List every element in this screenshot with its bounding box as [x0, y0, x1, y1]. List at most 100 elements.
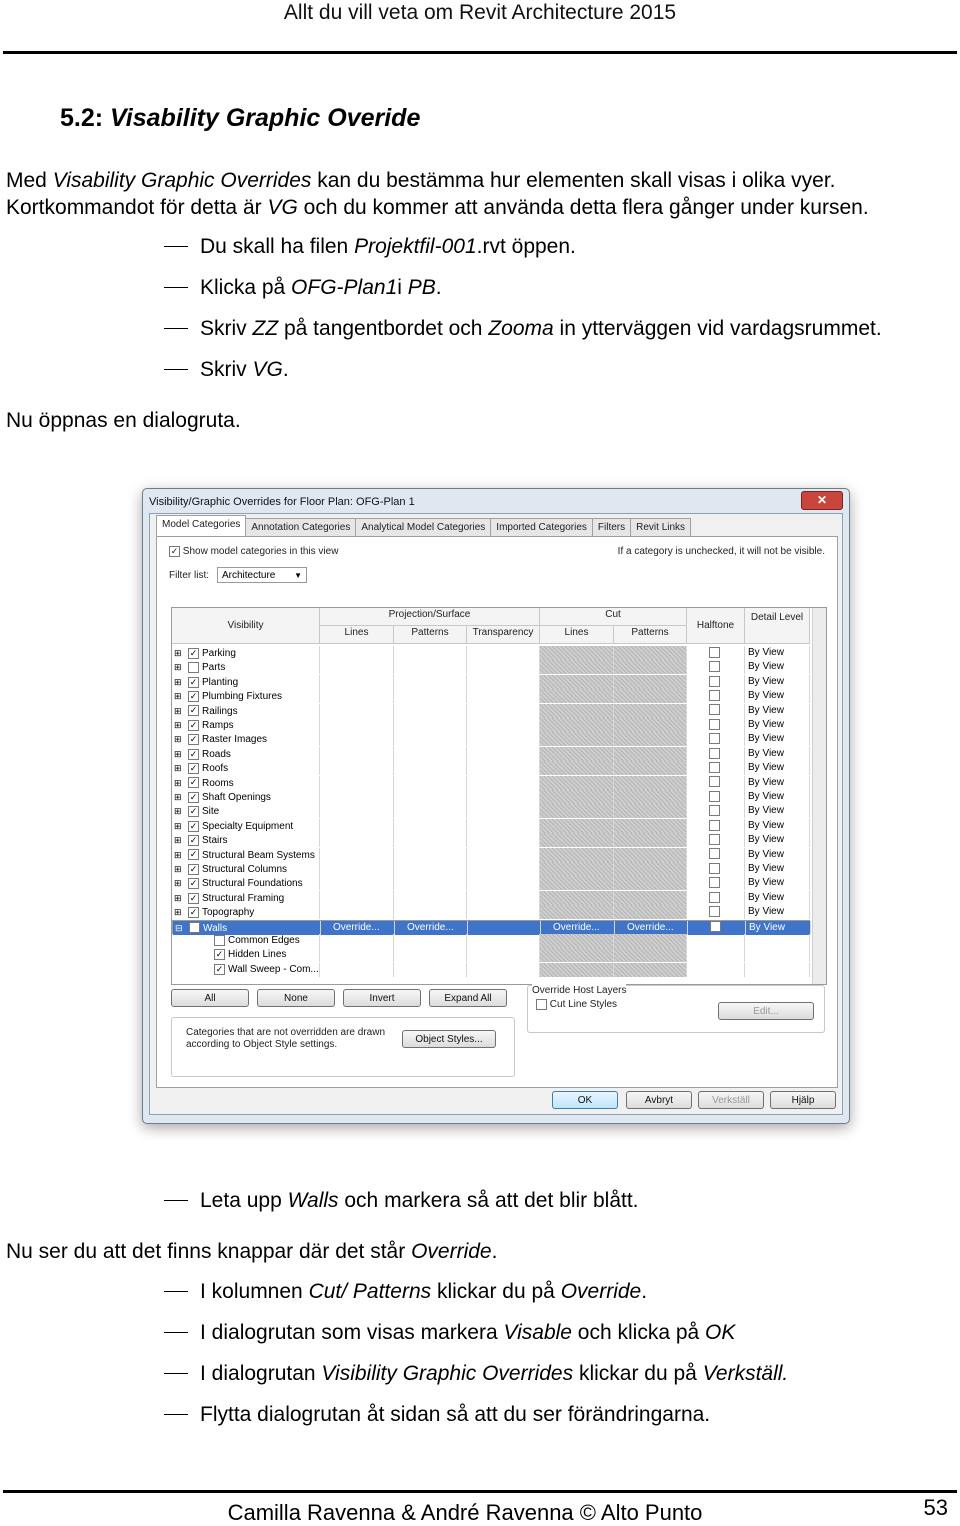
grid-cell[interactable] — [614, 934, 687, 948]
category-cell[interactable]: ⊞ ✓ Shaft Openings — [172, 790, 320, 804]
grid-cell[interactable] — [614, 689, 687, 704]
grid-cell[interactable] — [467, 962, 540, 977]
grid-cell[interactable] — [540, 905, 614, 920]
halftone-checkbox[interactable] — [709, 862, 720, 874]
help-button[interactable]: Hjälp — [770, 1091, 836, 1109]
grid-cell[interactable] — [540, 703, 614, 718]
grid-cell[interactable] — [320, 746, 394, 761]
grid-cell[interactable] — [540, 761, 614, 776]
visibility-checkbox[interactable]: ✓ — [188, 676, 199, 688]
table-row[interactable]: ✓ Hidden Lines — [172, 948, 810, 963]
grid-cell[interactable] — [540, 818, 614, 833]
grid-cell[interactable] — [394, 876, 467, 891]
visibility-checkbox[interactable]: ✓ — [188, 791, 199, 803]
grid-cell[interactable] — [540, 847, 614, 862]
table-row[interactable]: ⊞ ✓ Parking By View — [172, 646, 810, 660]
expand-icon[interactable]: ⊞ — [174, 819, 186, 833]
grid-cell[interactable] — [687, 862, 745, 876]
table-row[interactable]: ⊟ ✓ Walls Override... Override... Override...… — [172, 919, 811, 935]
category-cell[interactable]: ⊞ ✓ Structural Beam Systems — [172, 847, 320, 862]
grid-cell[interactable]: By View — [745, 847, 810, 862]
tab-revit-links[interactable]: Revit Links — [630, 518, 692, 536]
expand-icon[interactable]: ⊞ — [174, 660, 186, 674]
visibility-checkbox[interactable]: ✓ — [188, 777, 199, 789]
invert-button[interactable]: Invert — [343, 989, 421, 1007]
grid-cell[interactable] — [467, 761, 540, 776]
visibility-checkbox[interactable]: ✓ — [214, 963, 225, 975]
grid-cell[interactable] — [614, 962, 687, 977]
grid-cell[interactable] — [467, 948, 540, 963]
visibility-checkbox[interactable] — [188, 662, 199, 674]
grid-cell[interactable] — [687, 833, 745, 848]
category-cell[interactable]: ✓ Wall Sweep - Com... — [172, 962, 320, 977]
category-cell[interactable]: ⊞ Parts — [172, 660, 320, 675]
expand-icon[interactable]: ⊞ — [174, 891, 186, 905]
grid-cell[interactable] — [394, 746, 467, 761]
halftone-checkbox[interactable] — [709, 776, 720, 788]
override-button[interactable]: Override... — [615, 922, 674, 933]
halftone-checkbox[interactable] — [709, 805, 720, 817]
close-icon[interactable]: ✕ — [801, 491, 843, 510]
visibility-checkbox[interactable]: ✓ — [188, 849, 199, 861]
grid-cell[interactable]: By View — [745, 804, 810, 819]
grid-cell[interactable]: By View — [745, 660, 810, 675]
expand-all-button[interactable]: Expand All — [429, 989, 507, 1007]
grid-cell[interactable] — [394, 934, 467, 948]
grid-cell[interactable]: By View — [745, 833, 810, 848]
grid-cell[interactable] — [614, 746, 687, 761]
grid-cell[interactable] — [320, 646, 394, 660]
expand-icon[interactable]: ⊞ — [174, 718, 186, 732]
expand-icon[interactable]: ⊞ — [174, 761, 186, 775]
grid-cell[interactable] — [745, 948, 810, 963]
expand-icon[interactable]: ⊞ — [174, 689, 186, 703]
visibility-checkbox[interactable]: ✓ — [188, 863, 199, 875]
grid-cell[interactable] — [687, 703, 745, 718]
grid-cell[interactable] — [614, 948, 687, 963]
table-row[interactable]: ⊞ ✓ Raster Images By View — [172, 732, 810, 747]
grid-cell[interactable] — [688, 920, 746, 935]
category-cell[interactable]: ⊞ ✓ Roofs — [172, 761, 320, 776]
expand-icon[interactable]: ⊞ — [174, 675, 186, 689]
grid-cell[interactable] — [467, 674, 540, 689]
halftone-checkbox[interactable] — [709, 747, 720, 759]
grid-cell[interactable] — [320, 775, 394, 790]
visibility-checkbox[interactable]: ✓ — [188, 763, 199, 775]
grid-cell[interactable] — [467, 905, 540, 920]
grid-cell[interactable] — [687, 804, 745, 819]
grid-cell[interactable]: By View — [745, 818, 810, 833]
grid-cell[interactable] — [540, 948, 614, 963]
grid-cell[interactable] — [614, 833, 687, 848]
grid-cell[interactable] — [394, 732, 467, 747]
category-cell[interactable]: ⊞ ✓ Stairs — [172, 833, 320, 848]
grid-cell[interactable] — [540, 934, 614, 948]
table-row[interactable]: ⊞ ✓ Structural Foundations By View — [172, 876, 810, 891]
grid-cell[interactable] — [540, 962, 614, 977]
override-button[interactable]: Override... — [395, 922, 454, 933]
grid-cell[interactable] — [687, 905, 745, 920]
grid-cell[interactable] — [687, 674, 745, 689]
grid-cell[interactable]: By View — [745, 862, 810, 876]
table-row[interactable]: ⊞ Parts By View — [172, 660, 810, 675]
show-model-checkbox[interactable]: ✓ — [169, 545, 180, 557]
category-cell[interactable]: ⊞ ✓ Parking — [172, 646, 320, 660]
expand-icon[interactable]: ⊞ — [174, 646, 186, 660]
grid-cell[interactable] — [540, 718, 614, 732]
table-row[interactable]: ⊞ ✓ Rooms By View — [172, 775, 810, 790]
grid-cell[interactable] — [467, 703, 540, 718]
grid-cell[interactable] — [745, 934, 810, 948]
grid-cell[interactable] — [687, 660, 745, 675]
expand-icon[interactable]: ⊞ — [174, 732, 186, 746]
expand-icon[interactable]: ⊞ — [174, 747, 186, 761]
all-button[interactable]: All — [171, 989, 249, 1007]
grid-cell[interactable]: By View — [746, 920, 811, 935]
grid-cell[interactable] — [687, 732, 745, 747]
grid-cell[interactable] — [614, 775, 687, 790]
grid-cell[interactable] — [320, 660, 394, 675]
tab-imported-categories[interactable]: Imported Categories — [490, 518, 593, 536]
grid-cell[interactable] — [687, 876, 745, 891]
expand-icon[interactable]: ⊞ — [174, 790, 186, 804]
category-cell[interactable]: ⊞ ✓ Raster Images — [172, 732, 320, 747]
grid-cell[interactable]: Override... — [541, 920, 615, 935]
grid-cell[interactable] — [320, 761, 394, 776]
grid-cell[interactable]: By View — [745, 746, 810, 761]
